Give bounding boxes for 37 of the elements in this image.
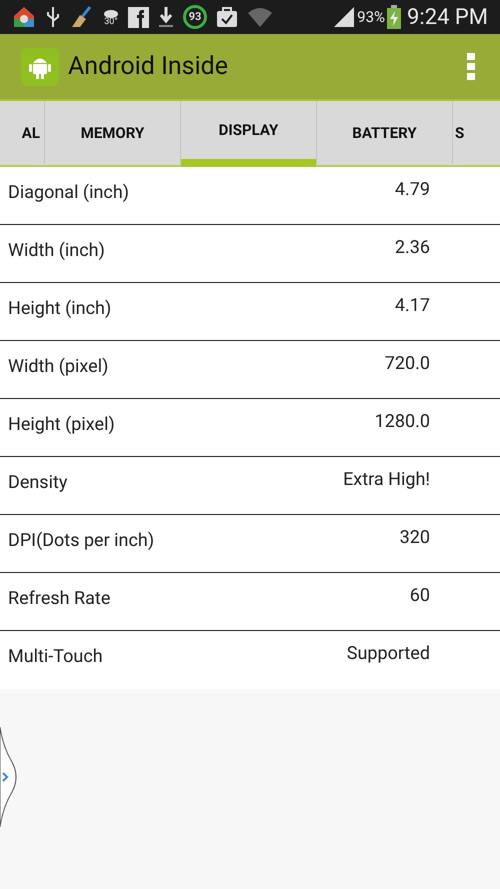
row-value: 2.36 <box>394 236 430 260</box>
facebook-icon <box>128 6 149 28</box>
clock-time: 9:24 PM <box>407 4 488 32</box>
row-label: Width (pixel) <box>8 355 108 379</box>
row-label: Height (inch) <box>8 297 112 321</box>
tab[interactable]: BATTERY <box>317 101 452 165</box>
broom-icon <box>70 5 94 29</box>
row-value: Extra High! <box>343 468 430 492</box>
row-value: Supported <box>346 642 430 666</box>
battery-charging-icon <box>387 5 402 29</box>
row-value: 60 <box>410 584 430 608</box>
download-icon <box>158 6 174 28</box>
tab[interactable]: AL <box>0 101 44 165</box>
app-logo-icon <box>21 48 59 86</box>
row-label: DPI(Dots per inch) <box>8 529 154 553</box>
row-label: Density <box>8 471 68 495</box>
row-label: Width (inch) <box>8 239 105 263</box>
row-value: 320 <box>400 526 430 550</box>
row-value: 1280.0 <box>374 410 430 434</box>
row-value: 4.17 <box>394 294 430 318</box>
signal-icon <box>333 6 356 28</box>
row-label: Multi-Touch <box>8 645 103 669</box>
row-label: Diagonal (inch) <box>8 181 130 205</box>
app-title: Android Inside <box>68 50 228 83</box>
row-label: Height (pixel) <box>8 413 115 437</box>
battery-percentage: 93% <box>357 6 386 28</box>
weather-temperature: 30° <box>104 18 118 26</box>
wifi-icon <box>247 6 273 28</box>
briefcase-check-icon <box>216 6 238 28</box>
row-label: Refresh Rate <box>8 587 110 611</box>
tab[interactable]: DISPLAY <box>181 101 316 159</box>
cleaner-badge: 93 <box>183 5 207 29</box>
tab[interactable]: S <box>453 101 500 165</box>
tab[interactable]: MEMORY <box>45 101 180 165</box>
row-value: 4.79 <box>394 178 430 202</box>
row-value: 720.0 <box>384 352 430 376</box>
cloud-icon <box>103 8 119 18</box>
